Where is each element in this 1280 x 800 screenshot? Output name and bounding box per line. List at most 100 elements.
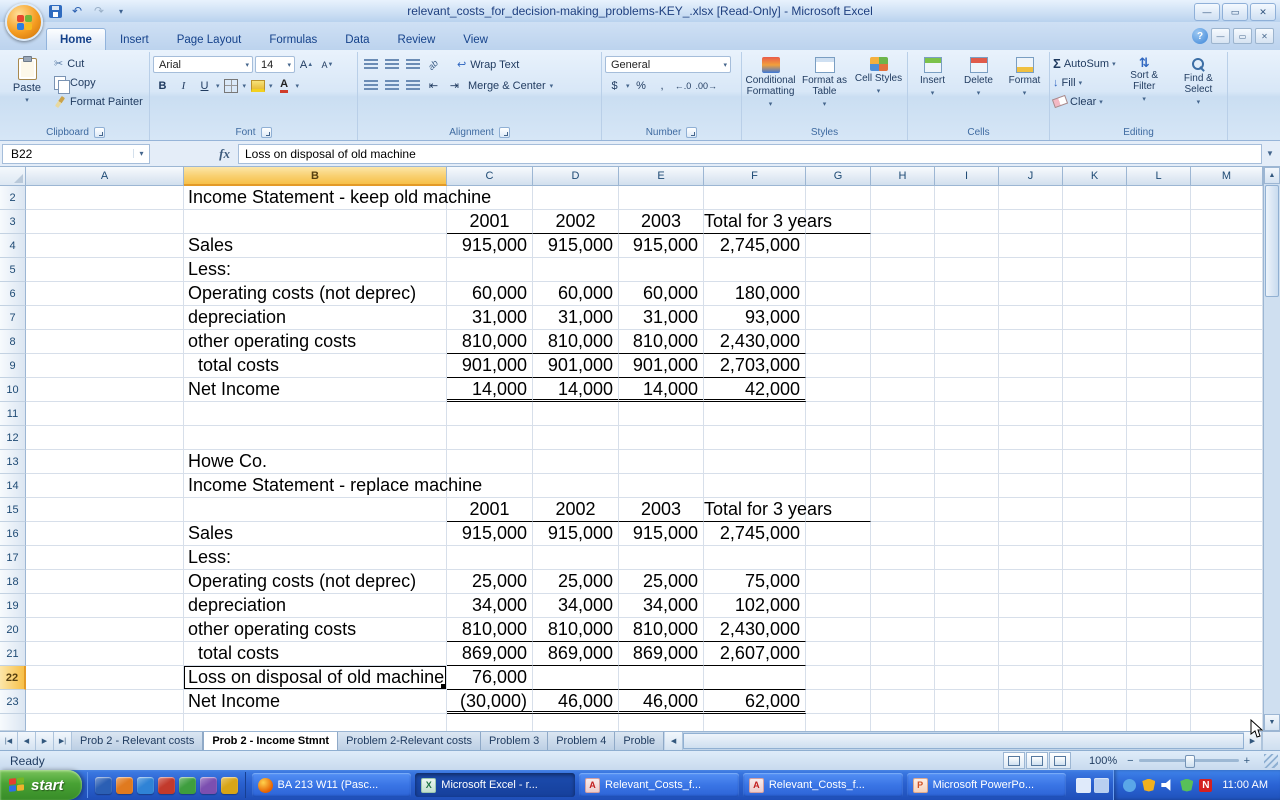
cell-L7[interactable] <box>1127 306 1191 330</box>
cell-A3[interactable] <box>26 210 184 234</box>
cell-M18[interactable] <box>1191 570 1263 594</box>
column-header-J[interactable]: J <box>999 167 1063 186</box>
orientation-button[interactable]: ab <box>424 56 443 73</box>
cell-H20[interactable] <box>871 618 935 642</box>
cell-I4[interactable] <box>935 234 999 258</box>
row-header-21[interactable]: 21 <box>0 642 26 666</box>
cell-D22[interactable] <box>533 666 619 690</box>
number-format-select[interactable]: General▾ <box>605 56 731 73</box>
cell-C3[interactable]: 2001 <box>447 210 533 234</box>
cell-C17[interactable] <box>447 546 533 570</box>
cell-F9[interactable]: 2,703,000 <box>704 354 806 378</box>
cell-D15[interactable]: 2002 <box>533 498 619 522</box>
cell-E14[interactable] <box>619 474 704 498</box>
cell-A20[interactable] <box>26 618 184 642</box>
cell-C4[interactable]: 915,000 <box>447 234 533 258</box>
cell-D20[interactable]: 810,000 <box>533 618 619 642</box>
sheet-tab-proble[interactable]: Proble <box>615 732 664 750</box>
cell-H18[interactable] <box>871 570 935 594</box>
close-button[interactable]: ✕ <box>1250 3 1276 21</box>
cell-M13[interactable] <box>1191 450 1263 474</box>
cell-E4[interactable]: 915,000 <box>619 234 704 258</box>
clipboard-dialog-launcher[interactable] <box>94 127 105 138</box>
tray-icon-4[interactable] <box>1180 779 1193 792</box>
cell-F11[interactable] <box>704 402 806 426</box>
cell-K17[interactable] <box>1063 546 1127 570</box>
cell-D17[interactable] <box>533 546 619 570</box>
cell-K7[interactable] <box>1063 306 1127 330</box>
zoom-track[interactable] <box>1139 759 1239 762</box>
sheet-tab-problem-3[interactable]: Problem 3 <box>481 732 548 750</box>
cell-F7[interactable]: 93,000 <box>704 306 806 330</box>
cell-A10[interactable] <box>26 378 184 402</box>
increase-indent-button[interactable]: ⇥ <box>445 77 464 94</box>
cell-M9[interactable] <box>1191 354 1263 378</box>
cell-J11[interactable] <box>999 402 1063 426</box>
page-break-preview-button[interactable] <box>1049 752 1071 769</box>
cell-K20[interactable] <box>1063 618 1127 642</box>
row-header-2[interactable]: 2 <box>0 186 26 210</box>
cell-C10[interactable]: 14,000 <box>447 378 533 402</box>
workbook-restore-icon[interactable]: ▭ <box>1233 28 1252 44</box>
cell-styles-button[interactable]: Cell Styles▾ <box>853 54 904 97</box>
align-middle-button[interactable] <box>382 56 401 73</box>
cell-L21[interactable] <box>1127 642 1191 666</box>
cell-K21[interactable] <box>1063 642 1127 666</box>
cell-E9[interactable]: 901,000 <box>619 354 704 378</box>
cell-G2[interactable] <box>806 186 871 210</box>
cell-E5[interactable] <box>619 258 704 282</box>
cell-I8[interactable] <box>935 330 999 354</box>
cell-K[interactable] <box>1063 714 1127 731</box>
cell-M21[interactable] <box>1191 642 1263 666</box>
cell-B15[interactable] <box>184 498 447 522</box>
cell-B21[interactable]: total costs <box>184 642 447 666</box>
column-header-E[interactable]: E <box>619 167 704 186</box>
scroll-up-button[interactable]: ▲ <box>1264 167 1280 184</box>
cell-L11[interactable] <box>1127 402 1191 426</box>
cell-A15[interactable] <box>26 498 184 522</box>
cell-G8[interactable] <box>806 330 871 354</box>
cell-I5[interactable] <box>935 258 999 282</box>
qat-customize-button[interactable]: ▾ <box>112 3 130 19</box>
cell-L13[interactable] <box>1127 450 1191 474</box>
borders-button[interactable] <box>222 77 241 94</box>
cell-G15[interactable] <box>806 498 871 522</box>
cell-M4[interactable] <box>1191 234 1263 258</box>
cell-H22[interactable] <box>871 666 935 690</box>
underline-button[interactable]: U <box>195 77 214 94</box>
cell-M22[interactable] <box>1191 666 1263 690</box>
cell-I21[interactable] <box>935 642 999 666</box>
row-header-11[interactable]: 11 <box>0 402 26 426</box>
number-dialog-launcher[interactable] <box>686 127 697 138</box>
cell-M6[interactable] <box>1191 282 1263 306</box>
quick-launch-icon-4[interactable] <box>158 777 175 794</box>
font-color-button[interactable]: A <box>275 77 294 94</box>
ribbon-tab-data[interactable]: Data <box>331 28 383 50</box>
cell-M23[interactable] <box>1191 690 1263 714</box>
next-sheet-button[interactable]: ▶ <box>36 732 54 750</box>
cell-B3[interactable] <box>184 210 447 234</box>
office-button[interactable] <box>5 3 43 41</box>
cell-J17[interactable] <box>999 546 1063 570</box>
column-header-A[interactable]: A <box>26 167 184 186</box>
cell-M3[interactable] <box>1191 210 1263 234</box>
cell-E7[interactable]: 31,000 <box>619 306 704 330</box>
cell-B14[interactable]: Income Statement - replace machine <box>184 474 447 498</box>
shrink-font-button[interactable]: A▼ <box>318 56 337 73</box>
fill-button[interactable]: ↓Fill▾ <box>1053 73 1116 92</box>
cell-J[interactable] <box>999 714 1063 731</box>
cell-D8[interactable]: 810,000 <box>533 330 619 354</box>
cell-K22[interactable] <box>1063 666 1127 690</box>
quick-launch-icon-5[interactable] <box>179 777 196 794</box>
column-header-F[interactable]: F <box>704 167 806 186</box>
wrap-text-button[interactable]: ↩Wrap Text <box>455 55 521 74</box>
cell-H19[interactable] <box>871 594 935 618</box>
h-scroll-right-button[interactable]: ▶ <box>1244 732 1262 750</box>
cell-B12[interactable] <box>184 426 447 450</box>
row-header-6[interactable]: 6 <box>0 282 26 306</box>
cell-A9[interactable] <box>26 354 184 378</box>
decrease-indent-button[interactable]: ⇤ <box>424 77 443 94</box>
cell-H8[interactable] <box>871 330 935 354</box>
cell-K14[interactable] <box>1063 474 1127 498</box>
cell-F2[interactable] <box>704 186 806 210</box>
